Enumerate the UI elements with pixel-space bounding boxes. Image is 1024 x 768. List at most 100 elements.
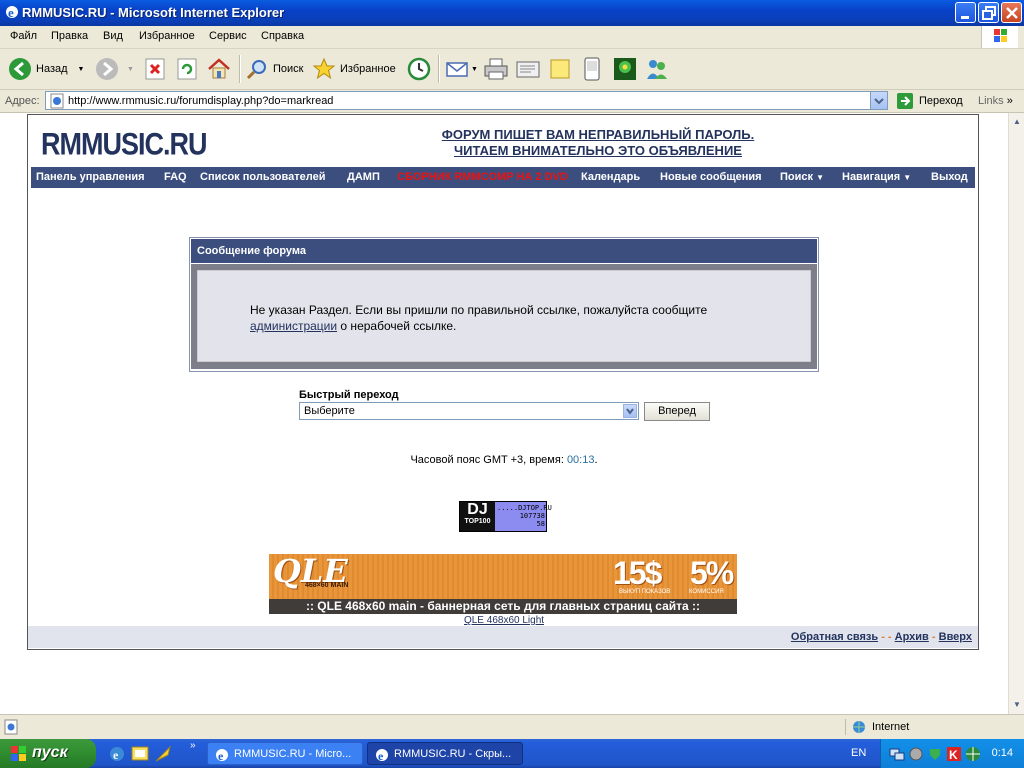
network-tray-icon[interactable]: [889, 746, 905, 762]
menu-tools[interactable]: Сервис: [209, 30, 247, 42]
page-icon: [50, 93, 64, 109]
menu-file[interactable]: Файл: [10, 30, 37, 42]
toolbar: Назад ▼ ▼ Поиск Избранное ▼: [0, 49, 1024, 90]
banner-caption: :: QLE 468x60 main - баннерная сеть для …: [269, 599, 737, 614]
menu-favorites[interactable]: Избранное: [139, 30, 195, 42]
chevron-down-icon[interactable]: [623, 404, 637, 418]
print-icon: [484, 58, 508, 80]
nav-navigation[interactable]: Навигация ▼: [842, 171, 911, 183]
nav-control-panel[interactable]: Панель управления: [36, 171, 145, 183]
globe-tray-icon[interactable]: [965, 746, 981, 762]
nav-rmmcomp[interactable]: СБОРНИК RMMCOMP НА 2 DVD: [397, 171, 568, 183]
nav-new-posts[interactable]: Новые сообщения: [660, 171, 762, 183]
forward-dropdown-icon[interactable]: ▼: [127, 66, 134, 73]
message-text: Не указан Раздел. Если вы пришли по прав…: [250, 303, 708, 333]
forward-button[interactable]: ▼: [95, 54, 134, 84]
vertical-scrollbar[interactable]: ▲ ▼: [1008, 113, 1024, 714]
nav-search[interactable]: Поиск ▼: [780, 171, 824, 183]
home-button[interactable]: [207, 54, 231, 84]
ie-quicklaunch-icon[interactable]: e: [108, 745, 126, 763]
menu-edit[interactable]: Правка: [51, 30, 88, 42]
scroll-down-icon[interactable]: ▼: [1010, 697, 1024, 713]
mail-button[interactable]: ▼: [445, 54, 478, 84]
star-icon: [312, 57, 336, 80]
address-dropdown-icon[interactable]: [870, 92, 887, 109]
quicklaunch-more-icon[interactable]: »: [190, 740, 196, 751]
icq-button[interactable]: [613, 54, 637, 84]
history-button[interactable]: [406, 54, 432, 84]
shield-tray-icon[interactable]: [927, 746, 943, 762]
scroll-up-icon[interactable]: ▲: [1010, 114, 1024, 130]
go-arrow-icon: [897, 93, 913, 109]
back-button[interactable]: Назад ▼: [8, 54, 84, 84]
address-bar: Адрес: http://www.rmmusic.ru/forumdispla…: [0, 90, 1024, 113]
go-button[interactable]: Переход: [896, 92, 963, 110]
home-icon: [208, 58, 230, 79]
address-url: http://www.rmmusic.ru/forumdisplay.php?d…: [68, 95, 334, 107]
language-indicator[interactable]: EN: [851, 747, 866, 759]
search-icon: [246, 60, 266, 80]
tools-quicklaunch-icon[interactable]: [154, 745, 172, 763]
nav-calendar[interactable]: Календарь: [581, 171, 640, 183]
start-button[interactable]: пуск: [0, 739, 96, 768]
quick-jump-go-button[interactable]: Вперед: [644, 402, 710, 421]
nav-faq[interactable]: FAQ: [164, 171, 187, 183]
announcement-link-2[interactable]: ЧИТАЕМ ВНИМАТЕЛЬНО ЭТО ОБЪЯВЛЕНИЕ: [454, 143, 742, 158]
title-bar: e RMMUSIC.RU - Microsoft Internet Explor…: [0, 0, 1024, 26]
quick-jump-select[interactable]: Выберите: [299, 402, 639, 420]
banner-link[interactable]: QLE 468x60 Light: [464, 615, 544, 626]
back-dropdown-icon[interactable]: ▼: [78, 66, 85, 73]
restore-button[interactable]: [978, 2, 999, 23]
address-label: Адрес:: [5, 95, 40, 107]
message-header: Сообщение форума: [191, 239, 817, 263]
menu-help[interactable]: Справка: [261, 30, 304, 42]
antivirus-tray-icon[interactable]: K: [946, 746, 962, 762]
banner-price: 15$: [613, 555, 662, 591]
globe-icon: [853, 721, 865, 733]
status-bar: Internet: [0, 714, 1024, 740]
top-link[interactable]: Вверх: [939, 631, 972, 643]
banner-commission: 5%: [690, 555, 734, 591]
close-button[interactable]: [1001, 2, 1022, 23]
note-icon: [550, 59, 570, 79]
dropdown-triangle-icon: ▼: [903, 173, 912, 182]
back-arrow-icon: [9, 58, 31, 80]
windows-logo-icon: [981, 26, 1018, 48]
forum-message-box: Сообщение форума Не указан Раздел. Если …: [189, 237, 819, 372]
admin-link[interactable]: администрации: [250, 319, 337, 333]
djtop-counter[interactable]: DJ TOP100 .....DJTOP.RU 107738 58: [459, 501, 552, 532]
site-logo[interactable]: RMMUSIC.RU: [41, 127, 207, 163]
desktop-quicklaunch-icon[interactable]: [131, 745, 149, 763]
taskbar-item-rmmusic-1[interactable]: e RMMUSIC.RU - Micro...: [207, 742, 363, 765]
people-button[interactable]: [644, 54, 670, 84]
menu-view[interactable]: Вид: [103, 30, 123, 42]
messenger-button[interactable]: [582, 54, 602, 84]
mail-dropdown-icon[interactable]: ▼: [471, 66, 478, 73]
announcement-link-1[interactable]: ФОРУМ ПИШЕТ ВАМ НЕПРАВИЛЬНЫЙ ПАРОЛЬ.: [442, 127, 754, 142]
qle-banner[interactable]: QLE 468×60 MAIN 15$ ВЫКУП ПОКАЗОВ 5% КОМ…: [269, 554, 737, 614]
window-title: RMMUSIC.RU - Microsoft Internet Explorer: [22, 5, 285, 20]
svg-text:e: e: [378, 749, 384, 763]
stop-button[interactable]: [145, 54, 165, 84]
search-button[interactable]: Поиск: [245, 54, 303, 84]
svg-text:e: e: [8, 5, 14, 20]
nav-logout[interactable]: Выход: [931, 171, 968, 183]
print-button[interactable]: [483, 54, 509, 84]
discuss-button[interactable]: [548, 54, 572, 84]
archive-link[interactable]: Архив: [895, 631, 929, 643]
refresh-button[interactable]: [177, 54, 197, 84]
address-input[interactable]: http://www.rmmusic.ru/forumdisplay.php?d…: [45, 91, 888, 110]
nav-dump[interactable]: ДАМП: [347, 171, 380, 183]
taskbar-item-rmmusic-2[interactable]: e RMMUSIC.RU - Скры...: [367, 742, 523, 765]
sound-tray-icon[interactable]: [908, 746, 924, 762]
edit-button[interactable]: [515, 54, 541, 84]
minimize-button[interactable]: [955, 2, 976, 23]
system-tray: K 0:14: [880, 739, 1024, 768]
favorites-button[interactable]: Избранное: [312, 54, 396, 84]
links-toolbar[interactable]: Links »: [978, 95, 1013, 107]
phone-icon: [584, 57, 600, 81]
mail-icon: [446, 62, 468, 77]
nav-members[interactable]: Список пользователей: [200, 171, 325, 183]
feedback-link[interactable]: Обратная связь: [791, 631, 878, 643]
clock[interactable]: 0:14: [992, 747, 1013, 759]
